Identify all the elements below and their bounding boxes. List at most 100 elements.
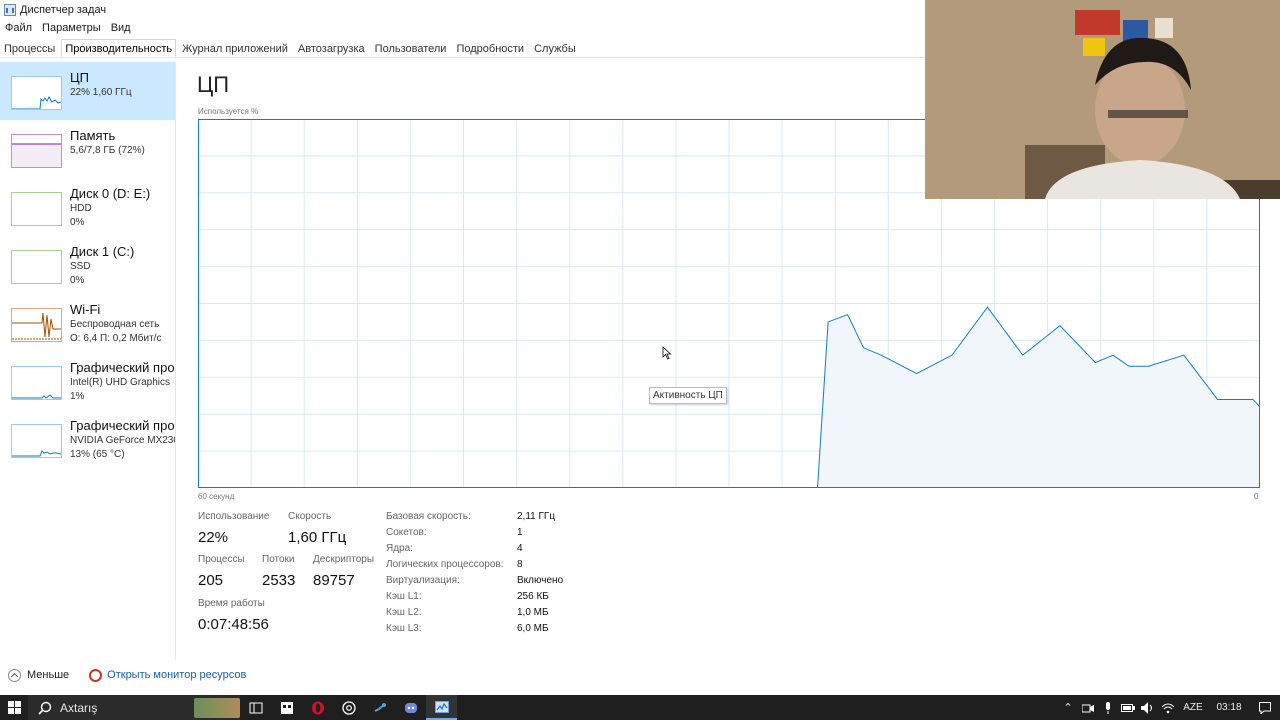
wifi-tray-icon[interactable] — [1158, 695, 1178, 720]
volume-icon[interactable] — [1138, 695, 1158, 720]
webcam-overlay — [925, 0, 1280, 199]
detail-key: Ядра: — [386, 543, 413, 554]
tab-divider — [0, 57, 925, 58]
notification-icon[interactable] — [1250, 695, 1280, 720]
detail-value: 8 — [517, 559, 523, 570]
sidebar-item-detail: Беспроводная сеть — [70, 319, 160, 330]
detail-row: Кэш L1: 256 КБ — [386, 591, 563, 607]
chevron-up-icon[interactable]: ⌃ — [1058, 695, 1078, 720]
chart-y-label: Используется % — [198, 107, 259, 116]
detail-key: Базовая скорость: — [386, 511, 471, 522]
stat-uptime: Время работы 0:07:48:56 — [198, 598, 269, 634]
gpu1-thumbnail-graph — [11, 424, 62, 458]
taskbar: Axtarış ⌃ AZE 03:18 — [0, 695, 1280, 720]
chevron-up-icon[interactable] — [8, 668, 21, 682]
stat-usage: Использование 22% — [198, 511, 269, 547]
detail-value: 6,0 МБ — [517, 623, 549, 634]
menu-options[interactable]: Параметры — [37, 20, 106, 36]
cpu-details-table: Базовая скорость: 2,11 ГГц Сокетов: 1 Ядра… — [386, 511, 563, 639]
sidebar-item-label: Графический процессор 0 — [70, 360, 176, 375]
tab-startup[interactable]: Автозагрузка — [294, 39, 369, 57]
sidebar-item-detail: О: 6,4 П: 0,2 Мбит/с — [70, 333, 162, 344]
detail-row: Виртуализация: Включено — [386, 575, 563, 591]
chrome-browser-icon[interactable] — [333, 695, 364, 720]
tab-app-history[interactable]: Журнал приложений — [178, 39, 292, 57]
menu-bar: Файл Параметры Вид — [0, 20, 136, 36]
sidebar-item-gpu1[interactable]: Графический процессор 1 NVIDIA GeForce M… — [0, 410, 176, 468]
sidebar-item-label: Память — [70, 128, 116, 143]
store-app-icon[interactable] — [271, 695, 302, 720]
detail-key: Кэш L3: — [386, 623, 422, 634]
sidebar-item-memory[interactable]: Память 5,6/7,8 ГБ (72%) — [0, 120, 176, 178]
sidebar-item-detail: HDD — [70, 203, 92, 214]
stat-value: 89757 — [313, 572, 355, 589]
stat-label: Дескрипторы — [313, 554, 375, 565]
mouse-cursor-icon — [662, 346, 672, 360]
steam-app-icon[interactable] — [364, 695, 395, 720]
system-tray: ⌃ AZE 03:18 — [1058, 695, 1280, 720]
menu-file[interactable]: Файл — [0, 20, 37, 36]
sidebar-item-detail: Intel(R) UHD Graphics — [70, 377, 171, 388]
detail-key: Сокетов: — [386, 527, 427, 538]
sidebar-item-detail: 5,6/7,8 ГБ (72%) — [70, 145, 145, 156]
detail-value: 4 — [517, 543, 523, 554]
memory-thumbnail-graph — [11, 134, 62, 168]
resource-monitor-icon[interactable] — [89, 668, 103, 682]
detail-value: Включено — [517, 575, 564, 586]
tab-services[interactable]: Службы — [530, 39, 580, 57]
sidebar-divider — [175, 62, 176, 660]
tab-users[interactable]: Пользователи — [371, 39, 451, 57]
opera-browser-icon[interactable] — [302, 695, 333, 720]
camera-tray-icon[interactable] — [1078, 695, 1098, 720]
stat-speed: Скорость 1,60 ГГц — [288, 511, 346, 547]
detail-row: Сокетов: 1 — [386, 527, 563, 543]
task-manager-icon — [4, 4, 16, 16]
task-view-icon[interactable] — [240, 695, 271, 720]
chart-time-zero: 0 — [1254, 492, 1259, 501]
language-indicator[interactable]: AZE — [1178, 695, 1208, 720]
sidebar-item-disk1[interactable]: Диск 1 (C:) SSD 0% — [0, 236, 176, 294]
disk1-thumbnail-graph — [11, 250, 62, 284]
task-manager-taskbar-icon[interactable] — [426, 695, 457, 720]
wifi-thumbnail-graph — [11, 308, 62, 342]
tab-details[interactable]: Подробности — [452, 39, 528, 57]
open-resource-monitor-link[interactable]: Открыть монитор ресурсов — [107, 669, 246, 681]
sidebar-item-detail: 1% — [70, 391, 85, 402]
footer-bar: Меньше Открыть монитор ресурсов — [0, 666, 246, 684]
stat-value: 0:07:48:56 — [198, 616, 269, 633]
sidebar-item-detail: 0% — [70, 217, 85, 228]
detail-key: Кэш L1: — [386, 591, 422, 602]
battery-icon[interactable] — [1118, 695, 1138, 720]
cpu-thumbnail-graph — [11, 76, 62, 110]
page-title: ЦП — [197, 72, 230, 97]
microphone-icon[interactable] — [1098, 695, 1118, 720]
detail-key: Логических процессоров: — [386, 559, 504, 570]
sidebar-item-detail: 0% — [70, 275, 85, 286]
detail-value: 1,0 МБ — [517, 607, 549, 618]
stat-processes: Процессы 205 — [198, 554, 245, 590]
stat-label: Скорость — [288, 511, 332, 522]
sidebar-item-gpu0[interactable]: Графический процессор 0 Intel(R) UHD Gra… — [0, 352, 176, 410]
clock[interactable]: 03:18 — [1208, 695, 1250, 720]
stat-handles: Дескрипторы 89757 — [313, 554, 374, 590]
detail-value: 2,11 ГГц — [517, 511, 556, 522]
stat-label: Время работы — [198, 598, 265, 609]
disk0-thumbnail-graph — [11, 192, 62, 226]
windows-start-icon[interactable] — [0, 695, 28, 720]
stat-threads: Потоки 2533 — [262, 554, 295, 590]
menu-view[interactable]: Вид — [106, 20, 136, 36]
sidebar-item-cpu[interactable]: ЦП 22% 1,60 ГГц — [0, 62, 176, 120]
fewer-details-button[interactable]: Меньше — [27, 669, 69, 681]
sidebar-item-wifi[interactable]: Wi-Fi Беспроводная сеть О: 6,4 П: 0,2 Мб… — [0, 294, 176, 352]
sidebar-item-label: Графический процессор 1 — [70, 418, 176, 433]
chart-time-span: 60 секунд — [198, 492, 235, 501]
perf-sidebar: ЦП 22% 1,60 ГГц Память 5,6/7,8 ГБ (72%) … — [0, 62, 176, 468]
tab-performance[interactable]: Производительность — [61, 39, 177, 57]
detail-value: 1 — [517, 527, 523, 538]
taskbar-search-box[interactable]: Axtarış — [28, 695, 240, 720]
sidebar-item-disk0[interactable]: Диск 0 (D: E:) HDD 0% — [0, 178, 176, 236]
sidebar-item-detail: SSD — [70, 261, 91, 272]
tab-processes[interactable]: Процессы — [0, 39, 59, 57]
discord-app-icon[interactable] — [395, 695, 426, 720]
search-text: Axtarış — [60, 700, 98, 715]
